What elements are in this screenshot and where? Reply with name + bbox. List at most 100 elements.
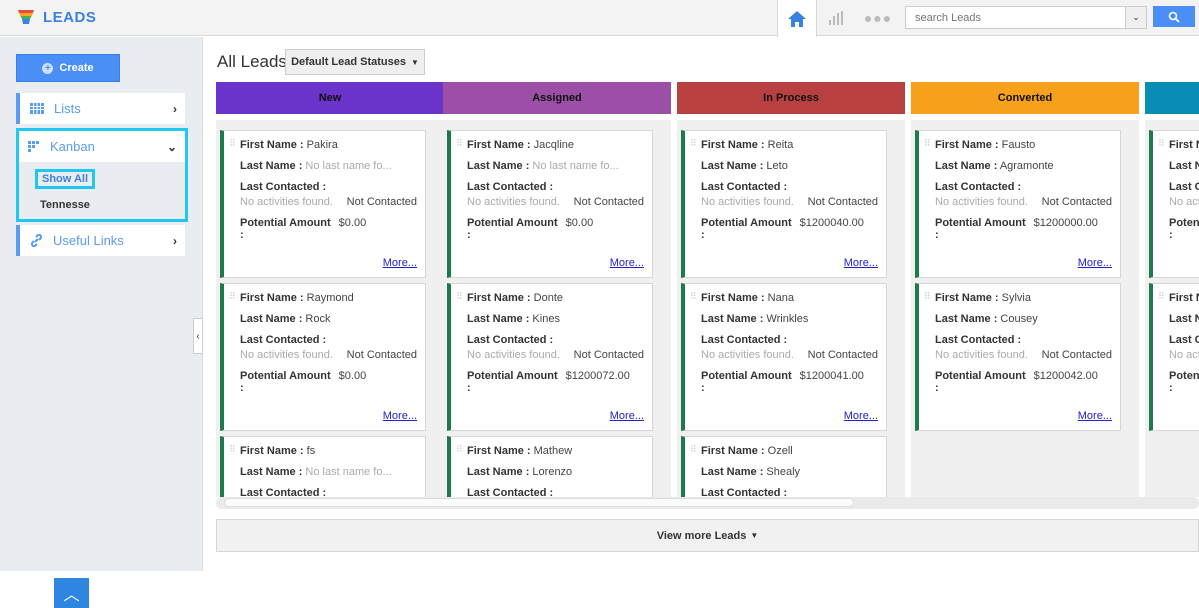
first-name-row: First Name : Donte	[467, 292, 644, 304]
first-name-row: First Name :	[1169, 139, 1199, 151]
search-button[interactable]	[1153, 6, 1195, 27]
potential-amount-value: $1200041.00	[799, 370, 864, 382]
lead-card[interactable]: ⠿ First Name : fs Last Name : No last name…	[220, 436, 426, 497]
lead-card[interactable]: ⠿ First Name : Nana Last Name : Wrinkles La…	[681, 283, 887, 431]
more-link[interactable]: More...	[935, 257, 1112, 269]
last-contacted-label-text: Last Contacted :	[467, 334, 554, 346]
no-activities-text: No activities found.	[467, 196, 560, 208]
lead-card[interactable]: ⠿ First Name : Ozell Last Name : Shealy Las…	[681, 436, 887, 497]
drag-handle-icon[interactable]: ⠿	[924, 139, 931, 148]
sidebar-item-label: Useful Links	[53, 233, 124, 248]
drag-handle-icon[interactable]: ⠿	[690, 445, 697, 454]
create-button[interactable]: + Create	[16, 54, 120, 82]
lead-card[interactable]: ⠿ First Name : Fausto Last Name : Agramont…	[915, 130, 1121, 278]
lead-card[interactable]: ⠿ First Name : Sylvia Last Name : Cousey La…	[915, 283, 1121, 431]
more-link[interactable]: More...	[240, 257, 417, 269]
last-contacted-label-text: Last Contacted :	[935, 181, 1022, 193]
last-contacted-label-text: Last Contacted :	[1169, 334, 1199, 346]
more-link[interactable]: More...	[935, 410, 1112, 422]
drag-handle-icon[interactable]: ⠿	[229, 292, 236, 301]
contact-status: Not Contacted	[346, 349, 417, 361]
kanban-board: New ⠿ First Name : Pakira Last Name : No la…	[216, 82, 1199, 497]
scroll-to-top-button[interactable]: ︿	[54, 578, 89, 608]
kanban-column: New ⠿ First Name : Pakira Last Name : No la…	[216, 82, 444, 497]
more-icon[interactable]: ●●●	[858, 0, 898, 36]
last-contacted-label-text: Last Contacted :	[701, 181, 788, 193]
lead-card[interactable]: ⠿ First Name : Last Name : Last Contacted…	[1149, 130, 1199, 278]
lead-status-dropdown[interactable]: Default Lead Statuses ▼	[285, 49, 425, 75]
amount-label-text: Potential Amount	[701, 217, 792, 229]
drag-handle-icon[interactable]: ⠿	[690, 292, 697, 301]
drag-handle-icon[interactable]: ⠿	[924, 292, 931, 301]
lead-card[interactable]: ⠿ First Name : Donte Last Name : Kines Last…	[447, 283, 653, 431]
drag-handle-icon[interactable]: ⠿	[229, 445, 236, 454]
chevron-down-icon: ⌄	[166, 139, 177, 154]
search-dropdown-chevron-icon[interactable]: ⌄	[1125, 7, 1146, 28]
no-activities-text: No activities found.	[701, 349, 794, 361]
contact-status-row: No activities found. Not Contacted	[240, 349, 417, 361]
last-contacted-label-text: Last Contacted :	[240, 181, 327, 193]
first-name-row: First Name : Mathew	[467, 445, 644, 457]
drag-handle-icon[interactable]: ⠿	[456, 139, 463, 148]
first-name-row: First Name : Fausto	[935, 139, 1112, 151]
first-name-row: First Name :	[1169, 292, 1199, 304]
first-name-label: First Name :	[1169, 292, 1199, 304]
column-body: ⠿ First Name : Pakira Last Name : No last …	[216, 120, 444, 497]
no-activities-text: No activities found.	[701, 196, 794, 208]
home-tab[interactable]	[777, 0, 817, 37]
last-name-value: Lorenzo	[532, 466, 573, 478]
amount-colon: :	[240, 382, 244, 394]
first-name-label: First Name :	[701, 445, 765, 457]
more-link[interactable]: More...	[701, 410, 878, 422]
drag-handle-icon[interactable]: ⠿	[690, 139, 697, 148]
drag-handle-icon[interactable]: ⠿	[456, 292, 463, 301]
last-name-value: No last name fo...	[305, 466, 392, 478]
first-name-value: Mathew	[533, 445, 573, 457]
sidebar-item-lists[interactable]: Lists ›	[16, 93, 185, 124]
lead-card[interactable]: ⠿ First Name : Pakira Last Name : No last …	[220, 130, 426, 278]
chevron-left-icon: ‹	[196, 330, 200, 342]
lead-card[interactable]: ⠿ First Name : Raymond Last Name : Rock Las…	[220, 283, 426, 431]
last-name-label: Last Name :	[467, 466, 530, 478]
reports-tab[interactable]	[817, 0, 857, 36]
potential-amount-value: $1200040.00	[799, 217, 864, 229]
sidebar-item-kanban[interactable]: Kanban ⌄	[19, 131, 185, 162]
contact-status-row: No activities found. Not Contacted	[935, 196, 1112, 208]
lead-card[interactable]: ⠿ First Name : Mathew Last Name : Lorenzo L…	[447, 436, 653, 497]
drag-handle-icon[interactable]: ⠿	[1158, 292, 1165, 301]
more-link[interactable]: More...	[467, 410, 644, 422]
drag-handle-icon[interactable]: ⠿	[1158, 139, 1165, 148]
more-link[interactable]: More...	[240, 410, 417, 422]
sidebar-item-useful-links[interactable]: Useful Links ›	[16, 225, 185, 256]
drag-handle-icon[interactable]: ⠿	[229, 139, 236, 148]
last-name-value: Wrinkles	[766, 313, 809, 325]
kanban-show-all[interactable]: Show All	[35, 169, 96, 189]
more-link[interactable]: More...	[701, 257, 878, 269]
search-input[interactable]	[906, 7, 1124, 28]
lead-card[interactable]: ⠿ First Name : Jacqline Last Name : No las…	[447, 130, 653, 278]
first-name-value: Pakira	[306, 139, 338, 151]
collapse-sidebar-button[interactable]: ‹	[193, 318, 203, 354]
column-body: ⠿ First Name : Fausto Last Name : Agramont…	[911, 120, 1139, 497]
kanban-tennesse[interactable]: Tennesse	[40, 199, 90, 211]
last-contacted-label-text: Last Contacted :	[701, 487, 788, 497]
lead-card[interactable]: ⠿ First Name : Last Name : Last Contacted…	[1149, 283, 1199, 431]
last-name-label: Last Name :	[935, 160, 998, 172]
amount-label-text: Potential Amount	[467, 370, 558, 382]
drag-handle-icon[interactable]: ⠿	[456, 445, 463, 454]
potential-amount-label: Potential Amount:	[467, 217, 558, 241]
scrollbar-thumb[interactable]	[224, 498, 854, 507]
last-contacted-label: Last Contacted :	[935, 181, 1112, 193]
view-more-leads-button[interactable]: View more Leads ▼	[216, 519, 1199, 552]
potential-amount-value: $0.00	[338, 370, 367, 382]
horizontal-scrollbar[interactable]	[216, 497, 1199, 509]
potential-amount-row: Potential Amount: $0.00	[240, 217, 417, 241]
lead-card[interactable]: ⠿ First Name : Reita Last Name : Leto Last …	[681, 130, 887, 278]
first-name-label: First Name :	[1169, 139, 1199, 151]
more-link[interactable]: More...	[1169, 410, 1199, 422]
more-link[interactable]: More...	[1169, 257, 1199, 269]
last-contacted-label: Last Contacted :	[701, 334, 878, 346]
more-link[interactable]: More...	[467, 257, 644, 269]
last-name-row: Last Name : Leto	[701, 160, 878, 172]
last-contacted-label: Last Contacted :	[1169, 181, 1199, 193]
